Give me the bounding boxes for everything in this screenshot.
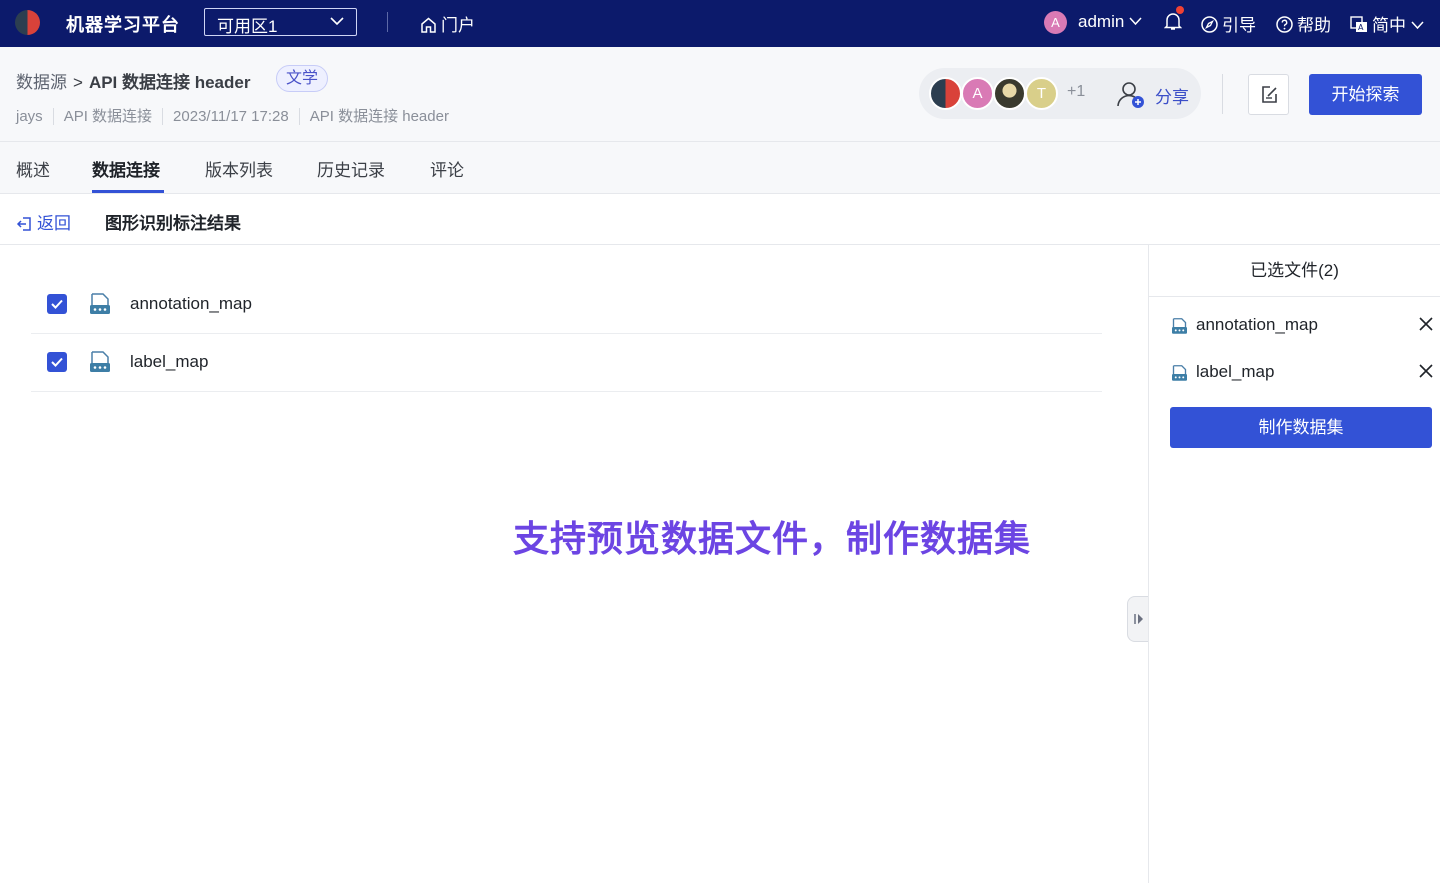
active-tab-indicator <box>92 190 164 193</box>
language-label: 简中 <box>1372 16 1406 35</box>
translate-icon: A <box>1350 16 1367 32</box>
list-item[interactable]: label_map <box>31 334 1102 392</box>
chevron-down-icon <box>1411 21 1424 30</box>
zone-select-value: 可用区1 <box>217 17 278 36</box>
divider <box>387 12 388 32</box>
list-item[interactable]: annotation_map <box>31 276 1102 334</box>
portal-label: 门户 <box>441 16 475 35</box>
selected-files-title: 已选文件(2) <box>1149 245 1440 297</box>
file-name[interactable]: label_map <box>130 352 208 372</box>
selected-file-name: annotation_map <box>1196 315 1318 334</box>
category-tag: 文学 <box>276 65 329 92</box>
meta-time: 2023/11/17 17:28 <box>162 108 299 125</box>
close-icon[interactable] <box>1419 364 1433 378</box>
back-label: 返回 <box>37 214 71 233</box>
meta-name: API 数据连接 header <box>298 108 459 125</box>
edit-icon <box>1262 86 1277 103</box>
compass-icon <box>1201 16 1218 33</box>
edit-button[interactable] <box>1248 74 1289 115</box>
bell-icon[interactable] <box>1164 12 1182 31</box>
top-navbar: 机器学习平台 可用区1 门户 A admin 引导 帮助 A 简中 <box>0 0 1440 47</box>
page-title: API 数据连接 header <box>88 73 251 92</box>
breadcrumb-root[interactable]: 数据源 <box>16 73 67 92</box>
avatar[interactable]: A <box>961 77 994 110</box>
chevron-down-icon <box>330 17 344 26</box>
avatar[interactable] <box>929 77 962 110</box>
svg-text:A: A <box>1358 23 1364 32</box>
more-collaborators-count[interactable]: +1 <box>1067 83 1085 101</box>
file-table-icon <box>90 351 110 372</box>
promo-banner-text: 支持预览数据文件，制作数据集 <box>513 518 1032 559</box>
close-icon[interactable] <box>1419 317 1433 331</box>
selected-files-panel: 已选文件(2) annotation_map label_map 制作数据集 <box>1148 245 1440 883</box>
back-button[interactable]: 返回 <box>16 209 71 234</box>
help-label: 帮助 <box>1297 16 1331 35</box>
check-icon <box>51 299 63 309</box>
platform-logo[interactable] <box>15 10 40 35</box>
tab-history[interactable]: 历史记录 <box>317 156 385 181</box>
make-dataset-button[interactable]: 制作数据集 <box>1170 407 1432 448</box>
section-title: 图形识别标注结果 <box>105 214 241 233</box>
breadcrumb: 数据源 > API 数据连接 header <box>16 68 250 93</box>
start-explore-button[interactable]: 开始探索 <box>1309 74 1422 115</box>
help-icon <box>1276 16 1293 33</box>
meta-owner: jays <box>16 108 43 125</box>
tab-comments[interactable]: 评论 <box>430 156 464 181</box>
page-meta: jays API 数据连接 2023/11/17 17:28 API 数据连接 hea… <box>16 105 459 126</box>
language-switcher[interactable]: A 简中 <box>1350 11 1428 36</box>
chevron-down-icon <box>1129 17 1142 26</box>
collaborators-bar: A T +1 分享 <box>919 68 1201 119</box>
user-name: admin <box>1078 12 1125 31</box>
tab-version-list[interactable]: 版本列表 <box>205 156 273 181</box>
file-checkbox[interactable] <box>47 352 67 372</box>
avatar[interactable] <box>993 77 1026 110</box>
selected-file-name: label_map <box>1196 362 1275 381</box>
panel-collapse-handle[interactable] <box>1127 596 1149 642</box>
file-table-icon <box>1172 365 1187 381</box>
portal-link[interactable]: 门户 <box>420 11 475 36</box>
sub-header: 返回 图形识别标注结果 <box>0 194 1440 245</box>
user-avatar[interactable]: A <box>1044 11 1067 34</box>
user-menu[interactable]: admin <box>1078 12 1142 32</box>
check-icon <box>51 357 63 367</box>
tab-overview[interactable]: 概述 <box>16 156 50 181</box>
file-table-icon <box>90 293 110 314</box>
tab-bar: 概述 数据连接 版本列表 历史记录 评论 <box>0 142 1440 194</box>
help-link[interactable]: 帮助 <box>1276 11 1331 36</box>
meta-type: API 数据连接 <box>52 108 163 125</box>
home-icon <box>421 17 436 33</box>
add-user-icon[interactable] <box>1114 78 1146 110</box>
guide-label: 引导 <box>1222 16 1256 35</box>
guide-link[interactable]: 引导 <box>1201 11 1256 36</box>
zone-select[interactable]: 可用区1 <box>204 8 357 36</box>
file-name[interactable]: annotation_map <box>130 294 252 314</box>
share-button[interactable]: 分享 <box>1155 83 1189 108</box>
divider <box>1222 74 1223 114</box>
notification-badge <box>1176 6 1184 14</box>
back-icon <box>16 217 31 231</box>
selected-file-item: label_map <box>1171 361 1433 385</box>
breadcrumb-separator: > <box>73 73 83 92</box>
app-title[interactable]: 机器学习平台 <box>66 11 180 37</box>
file-checkbox[interactable] <box>47 294 67 314</box>
tab-data-connection[interactable]: 数据连接 <box>92 156 160 181</box>
collapse-arrow-icon <box>1134 614 1143 624</box>
file-table-icon <box>1172 318 1187 334</box>
selected-file-item: annotation_map <box>1171 314 1433 338</box>
avatar[interactable]: T <box>1025 77 1058 110</box>
page-header: 数据源 > API 数据连接 header 文学 jays API 数据连接 2023/… <box>0 47 1440 142</box>
